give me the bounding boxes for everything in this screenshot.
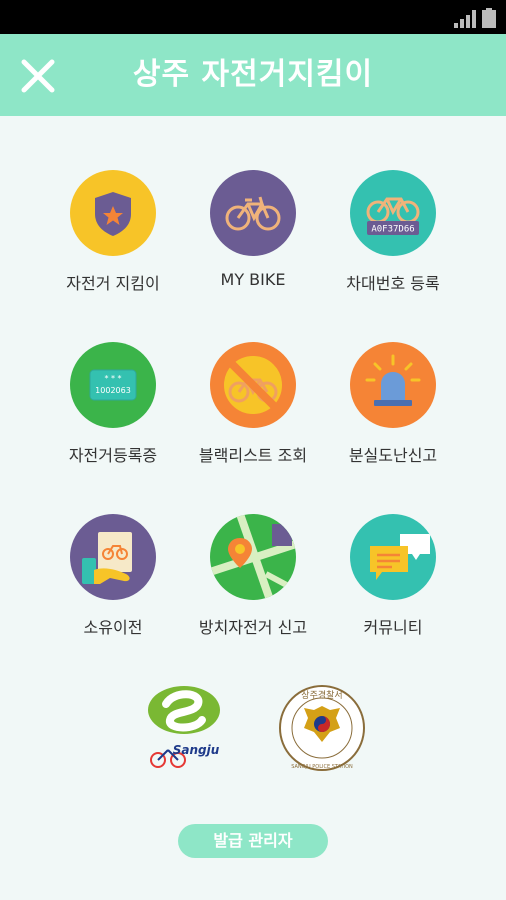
- menu-item-frame-number[interactable]: A0F37D66 차대번호 등록: [318, 170, 468, 294]
- battery-icon: [482, 8, 496, 28]
- svg-text:* * *: * * *: [104, 374, 121, 383]
- bike-frame-number-icon: A0F37D66: [366, 197, 420, 235]
- menu-item-registration-card[interactable]: * * * 1002063 자전거등록증: [38, 342, 188, 466]
- menu-label: 블랙리스트 조회: [198, 446, 308, 465]
- ownership-transfer-icon-circle: [70, 514, 156, 600]
- menu-item-ownership-transfer[interactable]: 소유이전: [38, 514, 188, 638]
- community-icon-circle: [350, 514, 436, 600]
- menu-label: 자전거등록증: [68, 446, 158, 465]
- blacklist-bike-icon: [216, 348, 290, 422]
- frame-number-icon-circle: A0F37D66: [350, 170, 436, 256]
- blacklist-icon-circle: [210, 342, 296, 428]
- logos-section: Sangju 상주경찰서 SANGJU POLICE STATION: [0, 684, 506, 774]
- page-title: 상주 자전거지킴이: [132, 57, 374, 92]
- alarm-siren-icon: [365, 354, 421, 406]
- menu-label: 방치자전거 신고: [198, 618, 308, 637]
- menu-item-community[interactable]: 커뮤니티: [318, 514, 468, 638]
- bike-guardian-icon-circle: [70, 170, 156, 256]
- shield-star-icon: [95, 192, 131, 236]
- ownership-transfer-icon: [82, 532, 132, 584]
- admin-button[interactable]: 발급 관리자: [178, 824, 328, 858]
- sangju-city-logo: Sangju: [144, 684, 224, 776]
- frame-number-text: A0F37D66: [371, 225, 414, 235]
- menu-item-abandoned-bike-report[interactable]: 방치자전거 신고: [178, 514, 328, 638]
- sangju-city-logo-icon: Sangju: [148, 686, 220, 768]
- signal-icon: [454, 10, 476, 28]
- police-emblem-icon: 상주경찰서 SANGJU POLICE STATION: [279, 685, 365, 771]
- menu-label: MY BIKE: [220, 270, 286, 289]
- chat-bubbles-icon: [370, 534, 430, 580]
- abandoned-bike-icon-circle: [210, 514, 296, 600]
- menu-item-bike-guardian[interactable]: 자전거 지킴이: [38, 170, 188, 294]
- my-bike-icon-circle: [210, 170, 296, 256]
- menu-label: 소유이전: [83, 618, 143, 637]
- menu-label: 차대번호 등록: [346, 274, 440, 293]
- menu-item-loss-theft-report[interactable]: 분실도난신고: [318, 342, 468, 466]
- status-icons: [454, 8, 496, 28]
- loss-theft-icon-circle: [350, 342, 436, 428]
- menu-label: 커뮤니티: [363, 618, 423, 637]
- bicycle-icon: [225, 196, 281, 231]
- app-header: 상주 자전거지킴이: [0, 34, 506, 116]
- menu-label: 분실도난신고: [348, 446, 438, 465]
- registration-card-icon: * * * 1002063: [89, 369, 137, 401]
- police-text-bottom: SANGJU POLICE STATION: [291, 764, 353, 770]
- registration-card-icon-circle: * * * 1002063: [70, 342, 156, 428]
- menu-label: 자전거 지킴이: [66, 274, 160, 293]
- menu-item-blacklist[interactable]: 블랙리스트 조회: [178, 342, 328, 466]
- map-pin-icon: [210, 514, 296, 600]
- menu-item-my-bike[interactable]: MY BIKE: [178, 170, 328, 289]
- police-station-logo: 상주경찰서 SANGJU POLICE STATION: [278, 684, 366, 776]
- card-number-text: 1002063: [95, 386, 131, 395]
- status-bar: [0, 0, 506, 34]
- police-text-top: 상주경찰서: [301, 689, 342, 701]
- sangju-logo-text: Sangju: [173, 743, 220, 757]
